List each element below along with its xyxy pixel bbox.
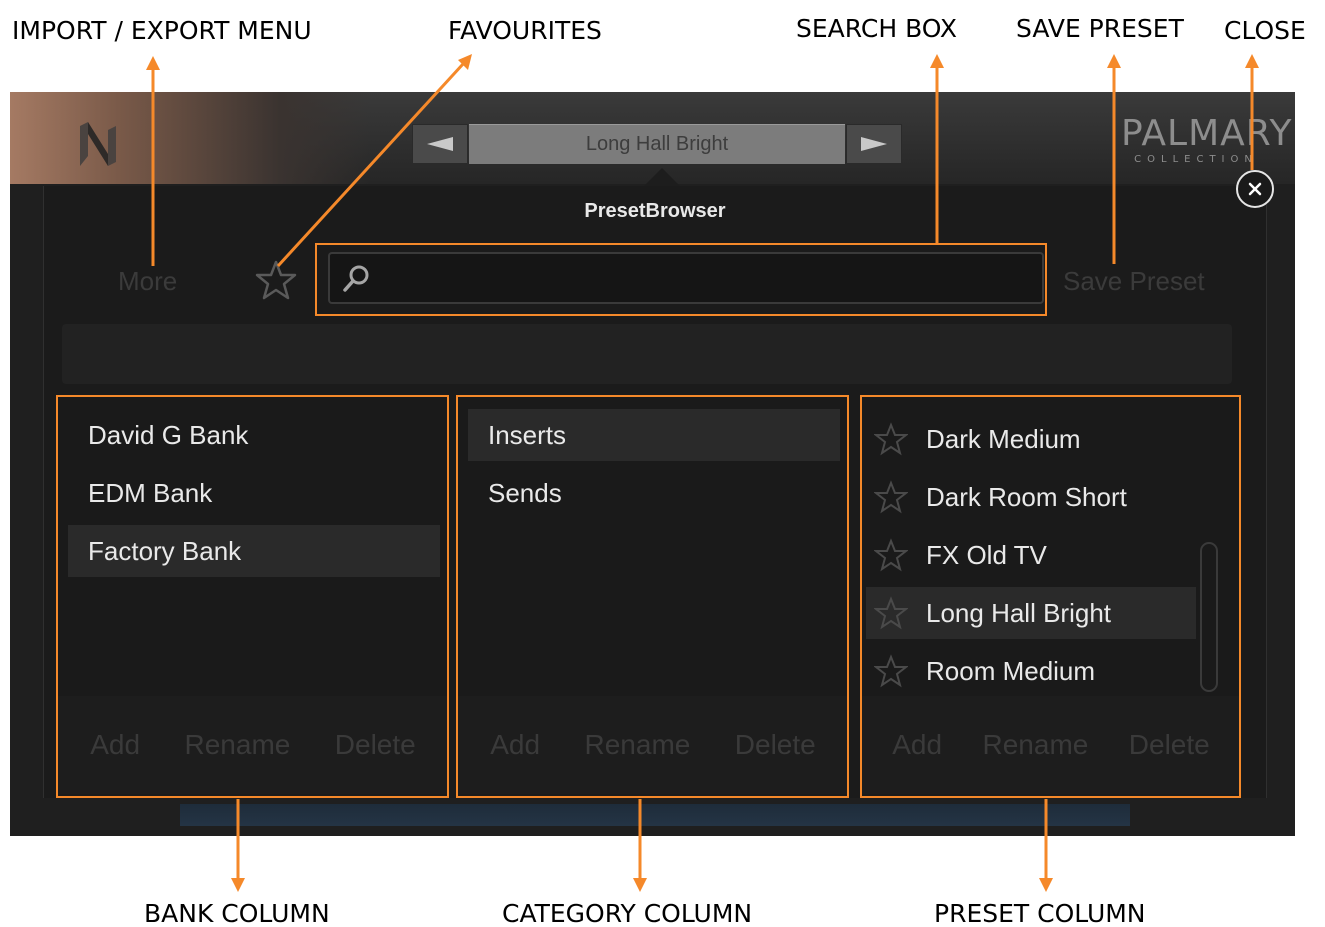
save-preset-button[interactable]: Save Preset	[1063, 266, 1205, 297]
close-icon	[1248, 182, 1262, 196]
annotation-search-box: SEARCH BOX	[796, 14, 958, 43]
top-bar: Long Hall Bright PALMARY COLLECTION	[10, 92, 1295, 186]
annotation-close: CLOSE	[1224, 16, 1306, 45]
browser-title: PresetBrowser	[584, 200, 726, 222]
annotation-preset-column: PRESET COLUMN	[934, 899, 1146, 927]
current-preset-name[interactable]: Long Hall Bright	[469, 124, 845, 164]
filter-bar	[62, 324, 1232, 384]
arrow-right-icon	[861, 137, 887, 151]
annotation-bank-column: BANK COLUMN	[144, 899, 330, 927]
highlight-search-box	[315, 243, 1047, 316]
palmary-logo: PALMARY COLLECTION	[1121, 113, 1293, 166]
highlight-preset-column	[860, 395, 1241, 798]
n-logo-icon	[76, 118, 120, 170]
close-button[interactable]	[1236, 170, 1274, 208]
bottom-strip	[180, 804, 1130, 826]
highlight-bank-column	[56, 395, 449, 798]
popup-pointer	[644, 168, 680, 186]
preset-selector: Long Hall Bright	[412, 124, 902, 164]
highlight-category-column	[456, 395, 849, 798]
brand-sub: COLLECTION	[1134, 154, 1258, 165]
brand-name: PALMARY	[1121, 113, 1293, 154]
next-preset-button[interactable]	[846, 124, 902, 164]
annotation-import-export: IMPORT / EXPORT MENU	[12, 16, 312, 45]
annotation-category-column: CATEGORY COLUMN	[502, 899, 753, 927]
brand-glow	[10, 92, 370, 184]
favourites-star-icon[interactable]	[255, 259, 297, 301]
previous-preset-button[interactable]	[412, 124, 468, 164]
more-menu-button[interactable]: More	[118, 266, 177, 297]
annotation-favourites: FAVOURITES	[448, 16, 602, 45]
annotation-save-preset: SAVE PRESET	[1016, 14, 1184, 43]
arrow-left-icon	[427, 137, 453, 151]
